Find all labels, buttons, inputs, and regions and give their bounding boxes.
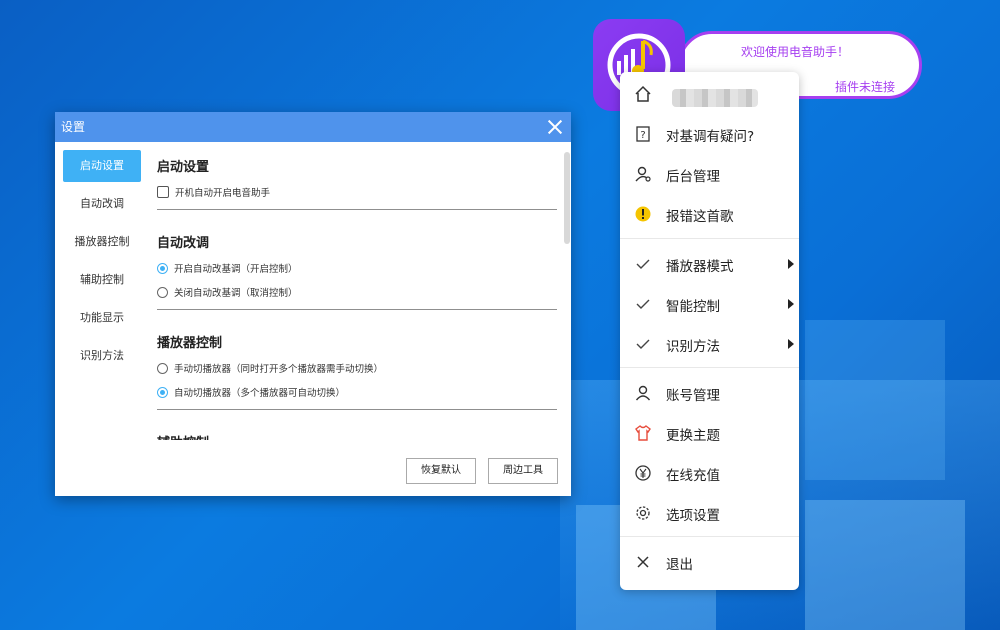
menu-label-theme: 更换主题 <box>666 428 720 444</box>
document-question-icon: ? <box>636 126 650 142</box>
menu-label-options: 选项设置 <box>666 508 720 524</box>
context-menu: ? 对基调有疑问? 后台管理 报错这首歌 播放器模式 智能控制 识别方法 账号管… <box>620 72 799 590</box>
menu-item-player-mode[interactable]: 播放器模式 <box>620 246 799 282</box>
tools-button[interactable]: 周边工具 <box>488 458 558 484</box>
menu-item-home[interactable] <box>620 76 799 112</box>
menu-item-theme[interactable]: 更换主题 <box>620 415 799 451</box>
menu-label-report: 报错这首歌 <box>666 209 734 225</box>
section-title-auto-key: 自动改调 <box>157 236 210 251</box>
content-scrollbar[interactable] <box>564 152 570 244</box>
menu-item-report[interactable]: 报错这首歌 <box>620 196 799 232</box>
settings-nav: 启动设置 自动改调 播放器控制 辅助控制 功能显示 识别方法 <box>63 150 141 378</box>
menu-separator <box>620 238 799 239</box>
menu-item-smart-control[interactable]: 智能控制 <box>620 286 799 322</box>
auto-key-on-radio[interactable] <box>157 262 168 274</box>
menu-label-admin: 后台管理 <box>666 169 720 185</box>
divider <box>157 209 557 210</box>
desktop-window-pane <box>805 320 945 480</box>
auto-key-off-radio[interactable] <box>157 286 168 298</box>
nav-item-auto-key[interactable]: 自动改调 <box>63 188 141 220</box>
plugin-status-text: 插件未连接 <box>834 80 895 94</box>
welcome-text: 欢迎使用电音助手！ <box>741 45 850 59</box>
close-icon <box>637 556 649 568</box>
home-icon <box>635 85 651 102</box>
warning-icon <box>635 206 651 222</box>
section-title-startup: 启动设置 <box>157 160 210 175</box>
settings-dialog: 设置 启动设置 自动改调 播放器控制 辅助控制 功能显示 识别方法 启动设置 开… <box>55 112 571 496</box>
svg-text:?: ? <box>640 130 645 141</box>
section-title-assist: 辅助控制 <box>157 432 561 440</box>
menu-label-smart-control: 智能控制 <box>666 299 720 315</box>
player-auto-option[interactable]: 自动切播放器（多个播放器可自动切换） <box>157 385 561 399</box>
divider <box>157 409 557 410</box>
menu-item-recognition[interactable]: 识别方法 <box>620 326 799 362</box>
user-icon <box>635 385 651 401</box>
autostart-option[interactable]: 开机自动开启电音助手 <box>157 185 561 199</box>
auto-key-on-label: 开启自动改基调（开启控制） <box>174 264 298 275</box>
menu-item-exit[interactable]: 退出 <box>620 544 799 580</box>
submenu-arrow-icon <box>788 259 794 269</box>
yen-coin-icon <box>635 465 651 481</box>
gear-icon <box>636 506 650 520</box>
checkmark-icon <box>636 259 650 269</box>
menu-separator <box>620 367 799 368</box>
menu-label-player-mode: 播放器模式 <box>666 259 734 275</box>
nav-item-assist-control[interactable]: 辅助控制 <box>63 264 141 296</box>
menu-label-question: 对基调有疑问? <box>666 129 755 145</box>
player-manual-radio[interactable] <box>157 362 168 374</box>
section-title-player: 播放器控制 <box>157 336 223 351</box>
submenu-arrow-icon <box>788 339 794 349</box>
autostart-checkbox[interactable] <box>157 186 169 198</box>
nav-item-player-control[interactable]: 播放器控制 <box>63 226 141 258</box>
checkmark-icon <box>636 299 650 309</box>
close-icon[interactable] <box>545 117 565 137</box>
nav-item-startup[interactable]: 启动设置 <box>63 150 141 182</box>
account-name-blurred <box>672 89 758 107</box>
menu-item-account[interactable]: 账号管理 <box>620 375 799 411</box>
player-auto-radio[interactable] <box>157 386 168 398</box>
nav-item-recognition[interactable]: 识别方法 <box>63 340 141 372</box>
player-manual-label: 手动切播放器（同时打开多个播放器需手动切换） <box>174 364 384 375</box>
menu-item-admin[interactable]: 后台管理 <box>620 156 799 192</box>
desktop-window-pane <box>805 500 965 630</box>
player-auto-label: 自动切播放器（多个播放器可自动切换） <box>174 388 346 399</box>
menu-item-options[interactable]: 选项设置 <box>620 495 799 531</box>
nav-item-feature-display[interactable]: 功能显示 <box>63 302 141 334</box>
auto-key-off-option[interactable]: 关闭自动改基调（取消控制） <box>157 285 561 299</box>
menu-label-account: 账号管理 <box>666 388 720 404</box>
tshirt-icon <box>635 425 651 441</box>
dialog-titlebar: 设置 <box>55 112 571 142</box>
settings-content: 启动设置 开机自动开启电音助手 自动改调 开启自动改基调（开启控制） 关闭自动改… <box>157 150 561 448</box>
user-gear-icon <box>635 166 651 182</box>
autostart-label: 开机自动开启电音助手 <box>175 188 271 199</box>
dialog-title: 设置 <box>61 120 86 134</box>
auto-key-on-option[interactable]: 开启自动改基调（开启控制） <box>157 261 561 275</box>
menu-label-recharge: 在线充值 <box>666 468 720 484</box>
menu-item-recharge[interactable]: 在线充值 <box>620 455 799 491</box>
menu-label-exit: 退出 <box>666 557 693 573</box>
auto-key-off-label: 关闭自动改基调（取消控制） <box>174 288 298 299</box>
menu-separator <box>620 536 799 537</box>
divider <box>157 309 557 310</box>
player-manual-option[interactable]: 手动切播放器（同时打开多个播放器需手动切换） <box>157 361 561 375</box>
checkmark-icon <box>636 339 650 349</box>
menu-item-question[interactable]: ? 对基调有疑问? <box>620 116 799 152</box>
menu-label-recognition: 识别方法 <box>666 339 720 355</box>
submenu-arrow-icon <box>788 299 794 309</box>
restore-defaults-button[interactable]: 恢复默认 <box>406 458 476 484</box>
